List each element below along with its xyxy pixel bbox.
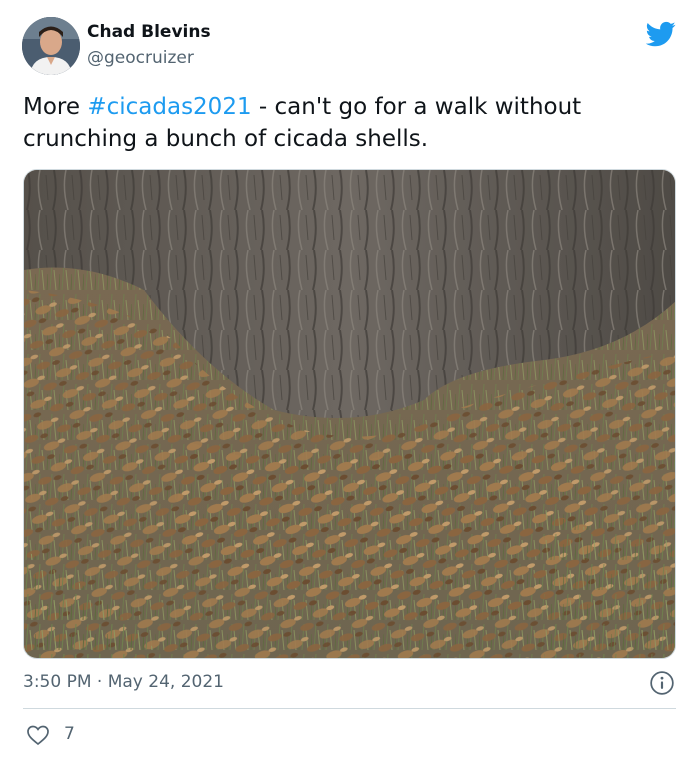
tweet-timestamp[interactable]: 3:50 PM · May 24, 2021	[23, 672, 224, 692]
tweet-text: More #cicadas2021 - can't go for a walk …	[23, 91, 673, 155]
tweet-time: 3:50 PM	[23, 672, 92, 692]
tweet-date: May 24, 2021	[107, 672, 224, 692]
avatar[interactable]	[22, 17, 80, 75]
tweet-photo[interactable]	[23, 169, 676, 659]
twitter-bird-icon[interactable]	[646, 19, 676, 49]
heart-icon[interactable]	[26, 723, 50, 747]
meta-separator: ·	[96, 672, 103, 692]
hashtag-link[interactable]: #cicadas2021	[87, 94, 251, 120]
author-name[interactable]: Chad Blevins	[87, 22, 211, 42]
tweet-text-before: More	[23, 94, 88, 120]
author-handle[interactable]: @geocruizer	[87, 48, 194, 68]
tweet-header: Chad Blevins @geocruizer	[22, 17, 682, 79]
divider	[23, 708, 676, 709]
like-count: 7	[64, 724, 75, 744]
info-icon[interactable]	[649, 670, 675, 696]
